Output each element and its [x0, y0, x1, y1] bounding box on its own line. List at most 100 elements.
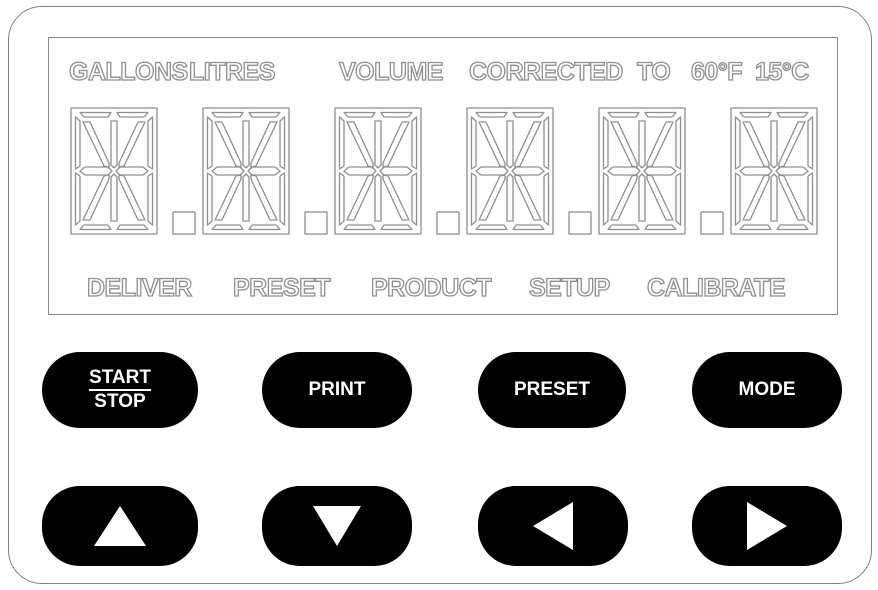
lcd-label-product: PRODUCT	[370, 274, 492, 302]
segment-right-upper	[807, 116, 814, 170]
down-arrow-icon	[313, 506, 361, 546]
segment-top-right	[776, 111, 809, 118]
lcd-digit	[70, 107, 158, 235]
segment-center-upper	[770, 120, 778, 169]
segment-bottom-right	[776, 224, 809, 231]
segment-middle-right	[379, 166, 413, 176]
start-stop-button[interactable]: START STOP	[42, 352, 198, 428]
preset-button[interactable]: PRESET	[478, 352, 626, 428]
segment-top-left	[607, 111, 640, 118]
segment-center-upper	[242, 120, 250, 169]
decimal-point	[172, 211, 196, 235]
segment-bottom-right	[512, 224, 545, 231]
start-stop-label: START STOP	[89, 368, 151, 412]
segment-diag-ul	[478, 121, 506, 168]
segment-diag-ul	[610, 121, 638, 168]
segment-center-lower	[110, 173, 118, 222]
segment-middle-left	[607, 166, 641, 176]
segment-right-upper	[411, 116, 418, 170]
lcd-label-calibrate: CALIBRATE	[646, 274, 786, 302]
right-button[interactable]	[692, 486, 842, 566]
segment-diag-ll	[346, 174, 374, 221]
segment-center-lower	[638, 173, 646, 222]
down-button[interactable]	[262, 486, 412, 566]
start-label: START	[89, 368, 151, 391]
segment-center-lower	[506, 173, 514, 222]
print-label: PRINT	[308, 379, 366, 400]
segment-center-upper	[638, 120, 646, 169]
decimal-point	[700, 211, 724, 235]
preset-label: PRESET	[513, 379, 591, 400]
segment-middle-left	[343, 166, 377, 176]
up-button[interactable]	[42, 486, 198, 566]
lcd-digit	[334, 107, 422, 235]
segment-diag-lr	[514, 174, 542, 221]
segment-left-upper	[338, 116, 345, 170]
lcd-digit	[730, 107, 818, 235]
digit-frame	[202, 107, 290, 235]
segment-right-lower	[675, 172, 682, 226]
segment-diag-lr	[250, 174, 278, 221]
segment-diag-ur	[778, 121, 806, 168]
segment-middle-right	[511, 166, 545, 176]
lcd-display: GALLONS LITRES VOLUME CORRECTED TO 60°F …	[48, 37, 838, 315]
segment-middle-left	[475, 166, 509, 176]
segment-diag-ll	[742, 174, 770, 221]
segment-left-lower	[74, 172, 81, 226]
segment-bottom-right	[380, 224, 413, 231]
digit-frame	[334, 107, 422, 235]
segment-center-upper	[110, 120, 118, 169]
segment-left-lower	[734, 172, 741, 226]
segment-top-left	[475, 111, 508, 118]
segment-center-lower	[242, 173, 250, 222]
up-arrow-icon	[94, 506, 146, 546]
segment-right-upper	[543, 116, 550, 170]
segment-bottom-right	[116, 224, 149, 231]
right-arrow-icon	[747, 502, 787, 550]
print-button[interactable]: PRINT	[262, 352, 412, 428]
segment-diag-ll	[214, 174, 242, 221]
segment-top-right	[380, 111, 413, 118]
segment-diag-ur	[382, 121, 410, 168]
segment-right-lower	[543, 172, 550, 226]
segment-middle-right	[247, 166, 281, 176]
segment-diag-ur	[646, 121, 674, 168]
segment-diag-ll	[478, 174, 506, 221]
left-button[interactable]	[478, 486, 628, 566]
segment-diag-lr	[646, 174, 674, 221]
segment-right-lower	[411, 172, 418, 226]
digit-frame	[730, 107, 818, 235]
segment-middle-left	[211, 166, 245, 176]
segment-center-lower	[374, 173, 382, 222]
segment-diag-ur	[118, 121, 146, 168]
segment-diag-ur	[514, 121, 542, 168]
segment-middle-left	[79, 166, 113, 176]
mode-label: MODE	[738, 379, 796, 400]
segment-left-lower	[602, 172, 609, 226]
digit-frame	[466, 107, 554, 235]
lcd-digit	[598, 107, 686, 235]
lcd-digit	[202, 107, 290, 235]
mode-button[interactable]: MODE	[692, 352, 842, 428]
segment-right-lower	[279, 172, 286, 226]
segment-middle-right	[775, 166, 809, 176]
segment-right-upper	[279, 116, 286, 170]
segment-left-lower	[206, 172, 213, 226]
segment-diag-ll	[82, 174, 110, 221]
segment-left-upper	[74, 116, 81, 170]
segment-right-lower	[147, 172, 154, 226]
segment-top-left	[739, 111, 772, 118]
segment-right-upper	[675, 116, 682, 170]
segment-left-upper	[602, 116, 609, 170]
lcd-label-deliver: DELIVER	[86, 274, 193, 302]
segment-diag-lr	[382, 174, 410, 221]
digit-frame	[70, 107, 158, 235]
lcd-label-preset: PRESET	[232, 274, 331, 302]
segment-middle-right	[115, 166, 149, 176]
segment-diag-ll	[610, 174, 638, 221]
segment-top-left	[343, 111, 376, 118]
segment-left-upper	[206, 116, 213, 170]
segment-left-lower	[338, 172, 345, 226]
segment-middle-right	[643, 166, 677, 176]
lcd-label-setup: SETUP	[528, 274, 611, 302]
